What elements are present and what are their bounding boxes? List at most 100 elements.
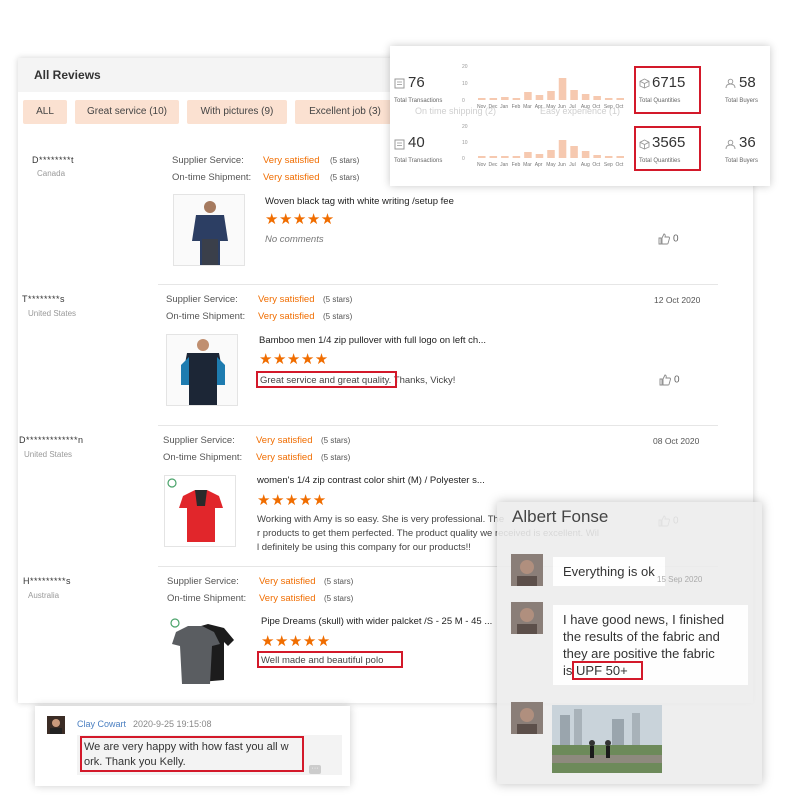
divider (158, 425, 718, 426)
chart-tick-label: 10 (462, 81, 468, 87)
chart-month-label: Aug (581, 162, 590, 168)
review-stars: ★★★★★ (261, 633, 331, 650)
chart-month-label: May (546, 162, 556, 168)
supplier-service-stars: (5 stars) (321, 436, 351, 445)
shipment-label: On-time Shipment: (167, 593, 247, 604)
chart-month-label: Dec (489, 104, 498, 110)
total-buyers-label: Total Buyers (725, 158, 759, 164)
filter-great-service[interactable]: Great service (10) (75, 100, 179, 124)
chart-month-label: Oct (592, 104, 600, 110)
comment-rest: . Thanks, Vicky! (388, 375, 456, 386)
product-title[interactable]: Bamboo men 1/4 zip pullover with full lo… (259, 335, 486, 346)
chart-tick-label: 20 (462, 124, 468, 130)
chart-month-label: Nov (477, 162, 486, 168)
like-button[interactable]: 0 (658, 233, 679, 245)
total-transactions-label: Total Transactions (394, 158, 443, 164)
chart-tick-label: 20 (462, 64, 468, 70)
chart-bar (489, 98, 498, 100)
review-comment-line: l definitely be using this company for o… (257, 542, 471, 553)
more-icon[interactable]: ··· (309, 765, 321, 774)
chart-month-label: Jun (558, 162, 566, 168)
reviewer-name: T********s (22, 294, 66, 304)
supplier-service-value: Very satisfied (258, 294, 315, 305)
supplier-service-stars: (5 stars) (323, 295, 353, 304)
chart-tick-label: 0 (462, 98, 465, 104)
reviewer-name: D********t (32, 155, 75, 165)
shipment-stars: (5 stars) (323, 312, 353, 321)
review-stars: ★★★★★ (257, 492, 327, 509)
chart-bar (604, 98, 613, 100)
chart-bar (547, 150, 555, 158)
chart-month-label: Jul (569, 162, 575, 168)
user-icon (725, 78, 736, 89)
shipment-value: Very satisfied (263, 172, 320, 183)
product-title[interactable]: Woven black tag with white writing /setu… (265, 196, 454, 207)
chart-month-label: Jan (500, 104, 508, 110)
chart-month-label: Aug (581, 104, 590, 110)
chat-panel: Albert Fonse Everything is ok 15 Sep 202… (497, 502, 762, 784)
chat-author[interactable]: Clay Cowart (77, 719, 126, 729)
chat-line: they are positive the fabric (563, 646, 715, 661)
chat-line: I have good news, I finished (563, 612, 725, 627)
chart-bar (535, 154, 544, 158)
reviewer-name: H*********s (23, 576, 72, 586)
shipment-label: On-time Shipment: (166, 311, 246, 322)
review-comment-line: Working with Amy is so easy. She is very… (257, 514, 505, 525)
chart-bar (512, 156, 521, 158)
review-item: T********s United States Supplier Servic… (18, 286, 753, 426)
chart-month-label: Nov (477, 104, 486, 110)
chat-bubble: Everything is ok (553, 557, 665, 586)
chart-bar (501, 156, 509, 158)
total-transactions-label: Total Transactions (394, 98, 443, 104)
filter-excellent-job[interactable]: Excellent job (3) (295, 100, 395, 124)
chart-bar (558, 78, 567, 100)
review-stars: ★★★★★ (265, 211, 335, 228)
total-buyers-value: 58 (739, 74, 756, 91)
chat-image[interactable] (552, 705, 662, 773)
avatar (47, 716, 65, 734)
chart-bar (616, 98, 624, 100)
chart-bar (524, 92, 532, 100)
highlight-box (257, 651, 403, 668)
review-comment: No comments (265, 234, 324, 245)
document-icon (394, 139, 405, 150)
like-button[interactable]: 0 (659, 374, 680, 386)
filter-with-pictures[interactable]: With pictures (9) (187, 100, 287, 124)
chat-message: Everything is ok (563, 564, 655, 579)
chart-month-label: May (546, 104, 556, 110)
reviewer-country: Canada (37, 169, 66, 178)
thumbs-up-icon (659, 374, 671, 386)
chart-bar (593, 96, 601, 100)
total-transactions-value: 40 (408, 134, 425, 151)
chat-title: Albert Fonse (512, 507, 609, 526)
highlight-box (80, 736, 304, 772)
supplier-service-label: Supplier Service: (172, 155, 244, 166)
supplier-service-label: Supplier Service: (166, 294, 238, 305)
product-title[interactable]: Pipe Dreams (skull) with wider palcket /… (261, 616, 492, 627)
document-icon (394, 78, 405, 89)
shipment-stars: (5 stars) (321, 453, 351, 462)
review-stars: ★★★★★ (259, 351, 329, 368)
chart-bar (570, 90, 578, 100)
chart-month-label: Apr (535, 104, 543, 110)
product-thumbnail[interactable] (173, 194, 245, 266)
thumbs-up-icon (658, 233, 670, 245)
chart-bar (478, 156, 486, 158)
chart-bar (524, 152, 532, 158)
product-title[interactable]: women's 1/4 zip contrast color shirt (M)… (257, 475, 485, 486)
product-thumbnail[interactable] (168, 616, 240, 688)
transactions-chart: 20100Nov Dec Jan Feb Mar Apr May Jun Jul Aug Oct Se… (462, 64, 624, 110)
chart-bar (501, 97, 509, 100)
product-thumbnail[interactable] (164, 475, 236, 547)
chart-month-label: Apr (535, 162, 543, 168)
filter-all[interactable]: ALL (23, 100, 67, 124)
chart-month-label: Sep (604, 162, 613, 168)
chart-bar (616, 156, 624, 158)
product-thumbnail[interactable] (166, 334, 238, 406)
avatar (511, 602, 543, 634)
shipment-value: Very satisfied (258, 311, 315, 322)
chat-line: the results of the fabric and (563, 629, 720, 644)
highlight-box (634, 66, 701, 114)
like-count: 0 (674, 374, 680, 386)
chart-bar (558, 140, 567, 158)
